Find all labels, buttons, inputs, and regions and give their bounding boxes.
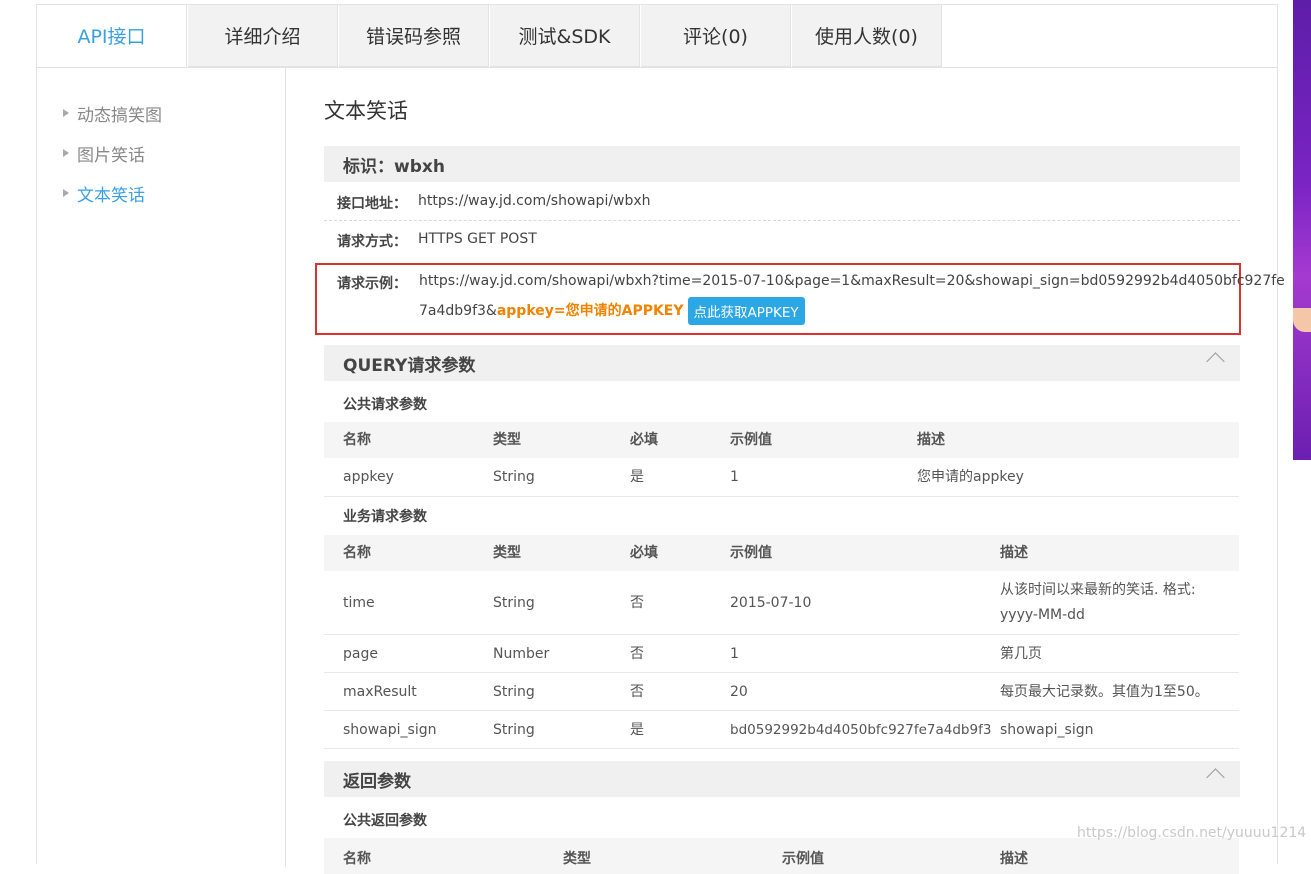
cell-desc: 第几页 — [1000, 646, 1042, 662]
table-row: showapi_sign String 是 bd0592992b4d4050bf… — [324, 711, 1239, 749]
identifier-label: 标识：wbxh — [343, 156, 445, 177]
sidebar-item-label: 动态搞笑图 — [77, 105, 162, 126]
cell-desc-line2: yyyy-MM-dd — [1000, 607, 1085, 623]
cell-required: 否 — [630, 595, 644, 611]
tab-test-sdk[interactable]: 测试&SDK — [490, 5, 640, 67]
public-return-header: 名称 类型 示例值 描述 — [324, 838, 1239, 874]
example-url-line1: https://way.jd.com/showapi/wbxh?time=201… — [419, 273, 1285, 289]
sidebar-item-label: 图片笑话 — [77, 145, 145, 166]
cell-name: maxResult — [343, 684, 417, 700]
sidebar-item-animated-jokes[interactable]: 动态搞笑图 — [63, 101, 162, 126]
cell-name: appkey — [343, 469, 394, 485]
tab-details[interactable]: 详细介绍 — [188, 5, 338, 67]
caret-right-icon — [63, 189, 69, 197]
tab-users[interactable]: 使用人数(0) — [792, 5, 942, 67]
table-row: page Number 否 1 第几页 — [324, 635, 1239, 673]
cell-required: 否 — [630, 646, 644, 662]
table-row: maxResult String 否 20 每页最大记录数。其值为1至50。 — [324, 673, 1239, 711]
sidebar: 动态搞笑图 图片笑话 文本笑话 — [37, 67, 286, 867]
public-request-header: 名称 类型 必填 示例值 描述 — [324, 422, 1239, 458]
cell-desc: 您申请的appkey — [917, 469, 1024, 485]
cell-example: 2015-07-10 — [730, 595, 812, 611]
cell-type: String — [493, 595, 535, 611]
endpoint-value: https://way.jd.com/showapi/wbxh — [418, 193, 651, 209]
side-banner-image — [1293, 0, 1311, 460]
example-label: 请求示例： — [337, 276, 407, 292]
sidebar-item-image-jokes[interactable]: 图片笑话 — [63, 141, 145, 166]
example-url-line2: 7a4db9f3&appkey=您申请的APPKEY 点此获取APPKEY — [419, 297, 805, 325]
col-example: 示例值 — [782, 851, 824, 867]
watermark: https://blog.csdn.net/yuuuu1214 — [1077, 825, 1307, 841]
col-name: 名称 — [343, 432, 371, 448]
request-example-highlight: 请求示例： https://way.jd.com/showapi/wbxh?ti… — [315, 263, 1285, 335]
sidebar-item-label: 文本笑话 — [77, 185, 145, 206]
col-type: 类型 — [563, 851, 591, 867]
tab-comments[interactable]: 评论(0) — [641, 5, 791, 67]
method-value: HTTPS GET POST — [418, 231, 537, 247]
cell-required: 是 — [630, 722, 644, 738]
caret-right-icon — [63, 109, 69, 117]
cell-required: 否 — [630, 684, 644, 700]
cell-example: 1 — [730, 469, 739, 485]
col-desc: 描述 — [1000, 851, 1028, 867]
query-params-title: QUERY请求参数 — [343, 355, 476, 376]
col-type: 类型 — [493, 432, 521, 448]
get-appkey-button[interactable]: 点此获取APPKEY — [687, 297, 805, 325]
divider — [324, 220, 1240, 221]
col-required: 必填 — [630, 545, 658, 561]
identifier-bar: 标识：wbxh — [324, 146, 1240, 182]
cell-desc: showapi_sign — [1000, 722, 1094, 738]
cell-type: String — [493, 684, 535, 700]
collapse-chevron-icon[interactable] — [1206, 352, 1225, 371]
example-url-suffix: 7a4db9f3& — [419, 303, 497, 319]
cell-type: String — [493, 722, 535, 738]
business-request-title: 业务请求参数 — [343, 509, 427, 525]
collapse-chevron-icon[interactable] — [1206, 768, 1225, 787]
col-name: 名称 — [343, 545, 371, 561]
return-params-bar[interactable]: 返回参数 — [324, 761, 1240, 797]
cell-desc: 每页最大记录数。其值为1至50。 — [1000, 684, 1209, 700]
col-example: 示例值 — [730, 545, 772, 561]
col-required: 必填 — [630, 432, 658, 448]
cell-required: 是 — [630, 469, 644, 485]
query-params-bar[interactable]: QUERY请求参数 — [324, 345, 1240, 381]
col-name: 名称 — [343, 851, 371, 867]
cell-name: showapi_sign — [343, 722, 437, 738]
cell-type: Number — [493, 646, 550, 662]
cell-name: page — [343, 646, 378, 662]
api-doc-panel: API接口 详细介绍 错误码参照 测试&SDK 评论(0) 使用人数(0) 动态… — [36, 4, 1285, 874]
method-label: 请求方式： — [337, 234, 407, 250]
cell-example: 20 — [730, 684, 748, 700]
cell-example: 1 — [730, 646, 739, 662]
page-title: 文本笑话 — [324, 99, 408, 123]
return-params-title: 返回参数 — [343, 771, 411, 792]
cell-desc: 从该时间以来最新的笑话. 格式: — [1000, 582, 1196, 598]
cell-type: String — [493, 469, 535, 485]
cell-name: time — [343, 595, 375, 611]
tab-error-codes[interactable]: 错误码参照 — [339, 5, 489, 67]
appkey-param: appkey=您申请的APPKEY — [496, 303, 684, 319]
sidebar-item-text-jokes[interactable]: 文本笑话 — [63, 181, 145, 206]
table-row: appkey String 是 1 您申请的appkey — [324, 458, 1239, 497]
banner-figure — [1293, 308, 1311, 332]
table-row: time String 否 2015-07-10 从该时间以来最新的笑话. 格式… — [324, 571, 1239, 635]
col-desc: 描述 — [917, 432, 945, 448]
public-request-title: 公共请求参数 — [343, 397, 427, 413]
tab-bar: API接口 详细介绍 错误码参照 测试&SDK 评论(0) 使用人数(0) — [37, 5, 1277, 68]
caret-right-icon — [63, 149, 69, 157]
col-type: 类型 — [493, 545, 521, 561]
col-example: 示例值 — [730, 432, 772, 448]
endpoint-label: 接口地址： — [337, 196, 407, 212]
business-request-header: 名称 类型 必填 示例值 描述 — [324, 535, 1239, 571]
cell-example: bd0592992b4d4050bfc927fe7a4db9f3 — [730, 722, 992, 738]
col-desc: 描述 — [1000, 545, 1028, 561]
tab-api[interactable]: API接口 — [37, 5, 187, 67]
public-return-title: 公共返回参数 — [343, 813, 427, 829]
